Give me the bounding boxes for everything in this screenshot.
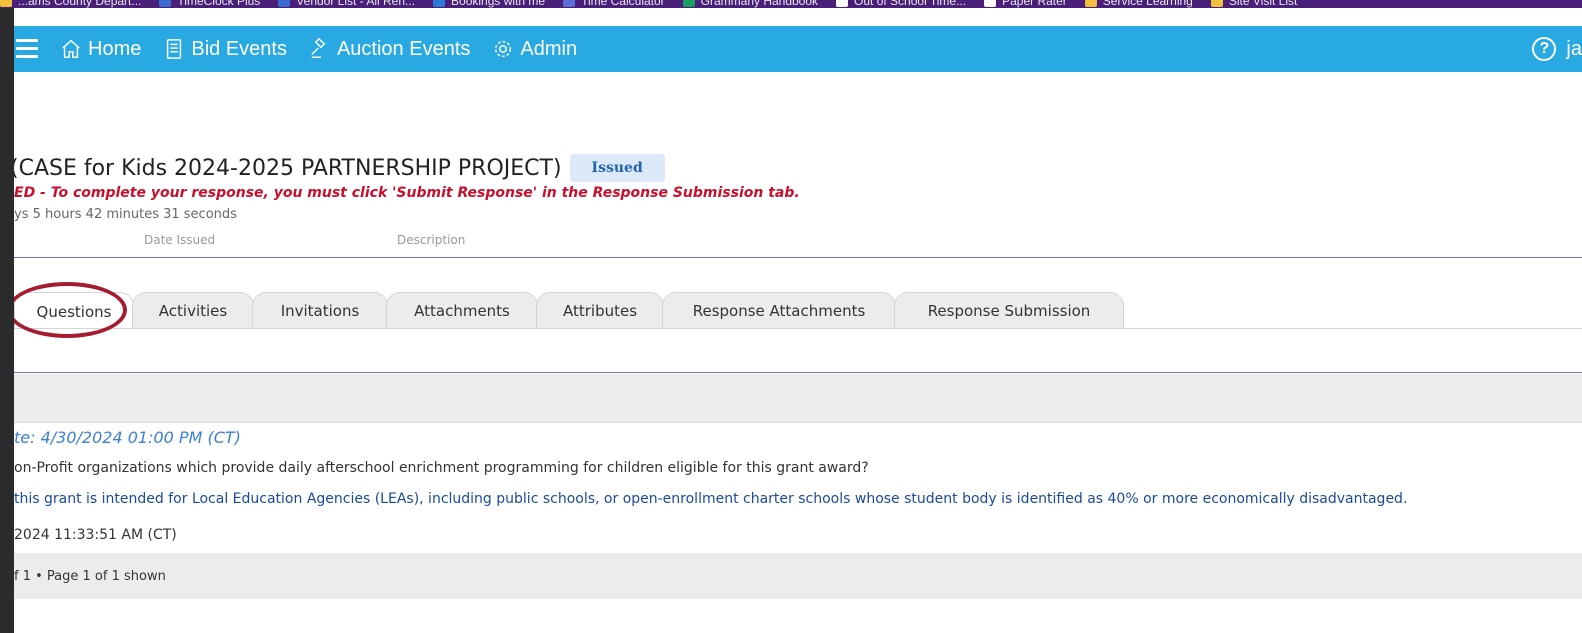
bookmark-label: Vendor List - All Ren... (296, 0, 416, 8)
bookmark-label: ...ams County Depart... (18, 0, 142, 8)
band-divider (14, 422, 1582, 423)
answer-text: this grant is intended for Local Educati… (14, 491, 1408, 507)
top-navbar: Home Bid Events Auction Events Admin ? j… (14, 26, 1582, 72)
bookmark-label: Site Visit List (1228, 0, 1298, 8)
tab-attributes[interactable]: Attributes (536, 292, 664, 329)
page-icon (836, 0, 849, 7)
bookmark-item[interactable]: Vendor List - All Ren... (278, 0, 415, 8)
bookmark-item[interactable]: Grammarly Handbook (682, 0, 819, 8)
countdown-timer: ys 5 hours 42 minutes 31 seconds (14, 207, 237, 222)
page: Home Bid Events Auction Events Admin ? j… (14, 8, 1582, 633)
gavel-icon (311, 38, 326, 58)
bookmark-item[interactable]: TimeClock Plus (159, 0, 260, 8)
bookmark-label: TimeClock Plus (177, 0, 261, 8)
bookmark-label: Bookings with me (451, 0, 546, 8)
bookmark-item[interactable]: Service Learning (1084, 0, 1193, 8)
tcp-icon (159, 0, 172, 7)
bookmark-label: Paper Rater (1002, 0, 1067, 8)
tab-response-submission[interactable]: Response Submission (894, 292, 1124, 329)
bookmarks-bar: ...ams County Depart... TimeClock Plus Ven… (0, 0, 1582, 8)
status-badge: Issued (569, 154, 665, 182)
bookmark-label: Time Calculator (581, 0, 665, 8)
bookmark-item[interactable]: Site Visit List (1210, 0, 1298, 8)
calendar-icon (433, 0, 446, 7)
toolbar-band (14, 374, 1582, 422)
content-divider (14, 372, 1582, 373)
page-icon (984, 0, 997, 7)
bookmark-item[interactable]: Paper Rater (984, 0, 1067, 8)
tab-activities[interactable]: Activities (132, 292, 254, 329)
submission-notice: ED - To complete your response, you must… (14, 185, 800, 201)
tab-invitations[interactable]: Invitations (252, 292, 388, 329)
nav-home[interactable]: Home (60, 38, 141, 61)
menu-icon[interactable] (16, 38, 42, 60)
help-icon[interactable]: ? (1532, 37, 1557, 61)
bookmark-item[interactable]: Bookings with me (433, 0, 545, 8)
nav-home-label: Home (88, 37, 142, 60)
header-divider (14, 257, 1582, 258)
nav-auction-events[interactable]: Auction Events (309, 38, 470, 61)
bookmark-item[interactable]: Out of School Time... (836, 0, 966, 8)
grammarly-icon (682, 0, 695, 7)
user-menu[interactable]: ja (1566, 38, 1582, 61)
bookmark-item[interactable]: ...ams County Depart... (0, 0, 141, 8)
nav-right: ? ja (1532, 37, 1582, 61)
question-due-date: te: 4/30/2024 01:00 PM (CT) (14, 428, 241, 447)
tab-questions[interactable]: Questions (14, 292, 134, 330)
tcp-icon (278, 0, 291, 7)
tab-attachments[interactable]: Attachments (386, 292, 538, 329)
folder-icon (1210, 0, 1223, 7)
folder-icon (1084, 0, 1097, 7)
tab-underline (14, 328, 1582, 329)
gear-icon (495, 40, 512, 58)
document-list-icon (167, 39, 182, 59)
question-text: on-Profit organizations which provide da… (14, 460, 869, 476)
globe-icon (563, 0, 576, 7)
nav-auction-events-label: Auction Events (336, 37, 471, 60)
date-issued-label: Date Issued (144, 233, 216, 247)
bookmark-label: Service Learning (1102, 0, 1193, 8)
bookmark-label: Out of School Time... (854, 0, 967, 8)
event-title: (CASE for Kids 2024-2025 PARTNERSHIP PRO… (14, 155, 562, 181)
folder-icon (0, 0, 12, 7)
window-edge (0, 8, 14, 633)
tab-response-attachments[interactable]: Response Attachments (662, 292, 896, 329)
nav-bid-events[interactable]: Bid Events (163, 38, 287, 61)
nav-bid-events-label: Bid Events (191, 37, 287, 60)
bookmark-label: Grammarly Handbook (700, 0, 819, 8)
pager-status: f 1 • Page 1 of 1 shown (14, 568, 166, 584)
home-icon (62, 39, 80, 58)
answer-timestamp: 2024 11:33:51 AM (CT) (14, 527, 177, 543)
pager-bar: f 1 • Page 1 of 1 shown (14, 553, 1582, 599)
nav-admin-label: Admin (520, 37, 578, 60)
description-label: Description (397, 233, 466, 247)
nav-admin[interactable]: Admin (492, 38, 577, 61)
bookmark-item[interactable]: Time Calculator (563, 0, 665, 8)
event-header: (CASE for Kids 2024-2025 PARTNERSHIP PRO… (14, 154, 665, 182)
